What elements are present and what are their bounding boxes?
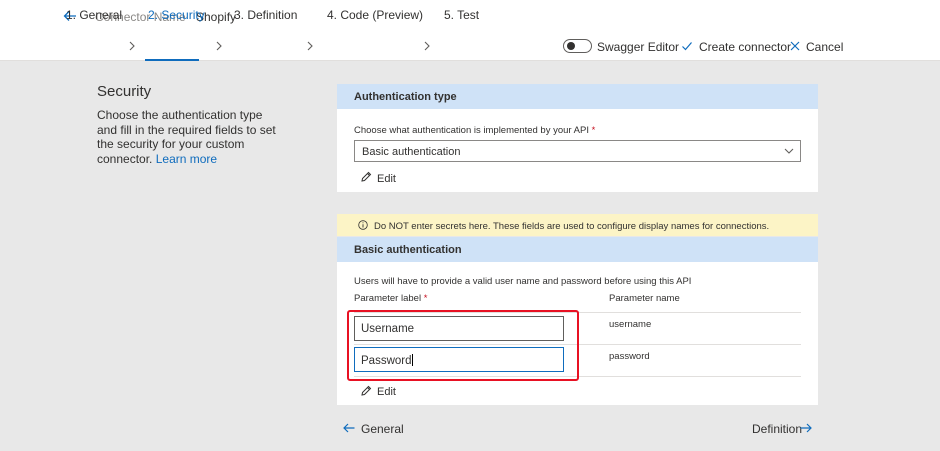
required-mark: *	[591, 125, 596, 136]
card-header-title: Authentication type	[354, 91, 457, 103]
pencil-icon[interactable]	[360, 171, 372, 183]
basic-auth-edit-button[interactable]: Edit	[377, 386, 396, 398]
previous-general-button[interactable]: General	[361, 422, 404, 436]
next-definition-button[interactable]: Definition	[752, 422, 802, 436]
swagger-editor-label[interactable]: Swagger Editor	[597, 40, 679, 54]
security-description: Choose the authentication type and fill …	[97, 108, 277, 166]
auth-type-edit-button[interactable]: Edit	[377, 173, 396, 185]
learn-more-link[interactable]: Learn more	[156, 152, 217, 167]
pencil-icon[interactable]	[360, 385, 372, 397]
auth-type-question-text: Choose what authentication is implemente…	[354, 125, 589, 136]
tab-general[interactable]: 1. General	[66, 8, 122, 22]
tab-code-preview[interactable]: 4. Code (Preview)	[327, 8, 423, 22]
password-parameter-name: password	[609, 351, 650, 362]
active-tab-indicator	[145, 59, 199, 61]
secrets-warning-text: Do NOT enter secrets here. These fields …	[374, 221, 770, 232]
chevron-right-icon	[216, 41, 222, 51]
arrow-right-icon[interactable]	[799, 421, 813, 435]
column-header-parameter-label: Parameter label *	[354, 293, 427, 304]
username-parameter-name: username	[609, 319, 652, 330]
highlight-annotation	[347, 310, 579, 381]
secrets-warning-bar: Do NOT enter secrets here. These fields …	[337, 214, 818, 236]
chevron-right-icon	[307, 41, 313, 51]
chevron-right-icon	[129, 41, 135, 51]
create-connector-button[interactable]: Create connector	[699, 40, 791, 54]
arrow-left-icon[interactable]	[342, 421, 356, 435]
close-icon[interactable]	[789, 40, 801, 52]
auth-type-dropdown[interactable]: Basic authentication	[354, 140, 801, 162]
authentication-type-card: Authentication type Choose what authenti…	[337, 84, 818, 192]
tab-test[interactable]: 5. Test	[444, 8, 479, 22]
auth-type-selected: Basic authentication	[362, 146, 461, 158]
card-header: Basic authentication	[337, 237, 818, 262]
checkmark-icon[interactable]	[681, 40, 693, 52]
swagger-editor-toggle[interactable]	[563, 39, 592, 53]
basic-auth-info: Users will have to provide a valid user …	[354, 276, 692, 287]
auth-type-question: Choose what authentication is implemente…	[354, 125, 595, 136]
card-header-title: Basic authentication	[354, 244, 462, 256]
page-title: Security	[97, 83, 152, 100]
cancel-button[interactable]: Cancel	[806, 40, 843, 54]
info-icon	[358, 220, 368, 230]
tab-security[interactable]: 2. Security	[148, 8, 205, 22]
column-header-parameter-name: Parameter name	[609, 293, 680, 304]
card-header: Authentication type	[337, 84, 818, 109]
toggle-knob	[567, 42, 575, 50]
chevron-down-icon	[784, 148, 794, 154]
tab-definition[interactable]: 3. Definition	[234, 8, 297, 22]
chevron-right-icon	[424, 41, 430, 51]
required-mark: *	[423, 293, 428, 304]
column-header-label-text: Parameter label	[354, 293, 422, 304]
